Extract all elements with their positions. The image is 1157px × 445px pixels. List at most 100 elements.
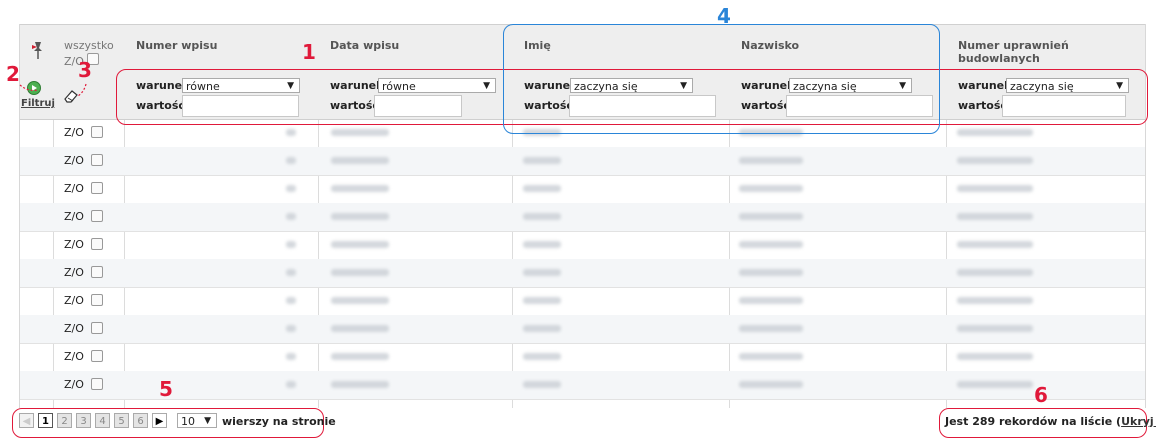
redacted-cell	[523, 157, 561, 164]
redacted-cell	[286, 241, 296, 248]
hide-records-link[interactable]: Ukryj je	[1121, 415, 1157, 428]
redacted-cell	[957, 297, 1033, 304]
page-3-button[interactable]: 3	[76, 413, 91, 428]
redacted-cell	[739, 381, 803, 388]
redacted-cell	[739, 297, 803, 304]
row-zo-label: Z/O	[64, 126, 84, 139]
table-row[interactable]: Z/O	[20, 175, 1145, 204]
table-row[interactable]: Z/O	[20, 231, 1145, 260]
redacted-cell	[957, 325, 1033, 332]
redacted-cell	[523, 241, 561, 248]
col-header-numer-uprawnien[interactable]: Numer uprawnień budowlanych	[958, 39, 1145, 65]
annotation-arrows	[19, 83, 87, 97]
redacted-cell	[739, 269, 803, 276]
redacted-cell	[957, 157, 1033, 164]
annotation-5: 5	[159, 377, 173, 401]
row-zo-label: Z/O	[64, 378, 84, 391]
redacted-cell	[523, 213, 561, 220]
redacted-cell	[523, 381, 561, 388]
redacted-cell	[331, 297, 389, 304]
prev-page-button[interactable]: ◀	[19, 413, 34, 428]
redacted-cell	[739, 241, 803, 248]
row-zo-label: Z/O	[64, 238, 84, 251]
redacted-cell	[286, 325, 296, 332]
redacted-cell	[739, 353, 803, 360]
redacted-cell	[331, 129, 389, 136]
redacted-cell	[957, 129, 1033, 136]
table-row[interactable]: Z/O	[20, 315, 1145, 344]
redacted-cell	[331, 353, 389, 360]
record-count: Jest 289 rekordów na liście (Ukryj je)	[945, 415, 1157, 428]
record-count-text: Jest 289 rekordów na liście (	[945, 415, 1122, 428]
redacted-cell	[286, 269, 296, 276]
redacted-cell	[523, 353, 561, 360]
annotation-6: 6	[1034, 383, 1048, 407]
row-zo-label: Z/O	[64, 294, 84, 307]
redacted-cell	[286, 353, 296, 360]
redacted-cell	[331, 241, 389, 248]
page-6-button[interactable]: 6	[133, 413, 148, 428]
redacted-cell	[331, 325, 389, 332]
redacted-cell	[286, 381, 296, 388]
dropdown-arrow-icon: ▼	[204, 416, 211, 426]
page-1-button[interactable]: 1	[38, 413, 53, 428]
redacted-cell	[739, 185, 803, 192]
redacted-cell	[957, 269, 1033, 276]
table-row[interactable]: Z/O	[20, 203, 1145, 232]
redacted-cell	[739, 213, 803, 220]
redacted-cell	[739, 157, 803, 164]
page-5-button[interactable]: 5	[114, 413, 129, 428]
row-zo-label: Z/O	[64, 154, 84, 167]
row-checkbox[interactable]	[91, 378, 103, 390]
row-zo-label: Z/O	[64, 350, 84, 363]
row-zo-label: Z/O	[64, 210, 84, 223]
annotation-1: 1	[302, 40, 316, 64]
row-checkbox[interactable]	[91, 182, 103, 194]
row-checkbox[interactable]	[91, 126, 103, 138]
redacted-cell	[286, 129, 296, 136]
redacted-cell	[331, 213, 389, 220]
redacted-cell	[331, 185, 389, 192]
per-page-select[interactable]: 10 ▼	[177, 413, 217, 428]
redacted-cell	[523, 297, 561, 304]
row-checkbox[interactable]	[91, 154, 103, 166]
table-row[interactable]: Z/O	[20, 147, 1145, 176]
row-zo-label: Z/O	[64, 182, 84, 195]
name-columns-highlight	[503, 24, 940, 134]
table-row[interactable]: Z/O	[20, 371, 1145, 400]
redacted-cell	[286, 213, 296, 220]
redacted-cell	[523, 269, 561, 276]
row-checkbox[interactable]	[91, 266, 103, 278]
redacted-cell	[523, 325, 561, 332]
per-page-label: wierszy na stronie	[222, 415, 336, 428]
redacted-cell	[286, 157, 296, 164]
table-row[interactable]: Z/O	[20, 287, 1145, 316]
page-4-button[interactable]: 4	[95, 413, 110, 428]
redacted-cell	[286, 185, 296, 192]
redacted-cell	[957, 353, 1033, 360]
redacted-cell	[286, 297, 296, 304]
col-header-numer-wpisu[interactable]: Numer wpisu	[136, 39, 217, 52]
row-zo-label: Z/O	[64, 322, 84, 335]
row-checkbox[interactable]	[91, 350, 103, 362]
row-zo-label: Z/O	[64, 266, 84, 279]
redacted-cell	[331, 157, 389, 164]
redacted-cell	[331, 381, 389, 388]
redacted-cell	[523, 185, 561, 192]
page-2-button[interactable]: 2	[57, 413, 72, 428]
next-page-button[interactable]: ▶	[152, 413, 167, 428]
annotation-4: 4	[717, 4, 731, 28]
table-row[interactable]: Z/O	[20, 343, 1145, 372]
redacted-cell	[957, 241, 1033, 248]
redacted-cell	[957, 213, 1033, 220]
table-row[interactable]: Z/O	[20, 259, 1145, 288]
row-checkbox[interactable]	[91, 210, 103, 222]
row-checkbox[interactable]	[91, 322, 103, 334]
row-checkbox[interactable]	[91, 294, 103, 306]
redacted-cell	[331, 269, 389, 276]
row-checkbox[interactable]	[91, 238, 103, 250]
redacted-cell	[957, 185, 1033, 192]
redacted-cell	[957, 381, 1033, 388]
col-header-data-wpisu[interactable]: Data wpisu	[330, 39, 399, 52]
redacted-cell	[739, 325, 803, 332]
